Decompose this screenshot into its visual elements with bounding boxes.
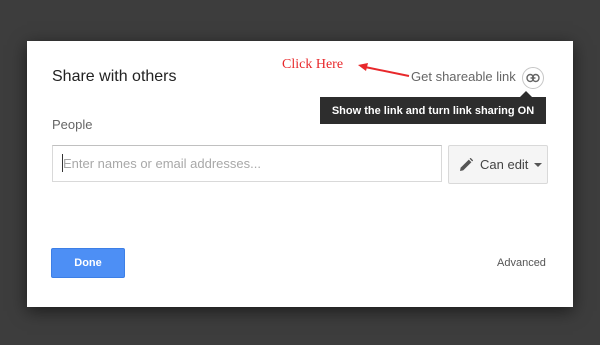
chevron-down-icon [534, 162, 543, 167]
click-here-annotation: Click Here [282, 57, 344, 72]
share-dialog: Share with others Click Here Get shareab… [27, 41, 573, 307]
permission-dropdown[interactable]: Can edit [448, 145, 548, 184]
advanced-link[interactable]: Advanced [497, 257, 546, 269]
link-icon [526, 73, 540, 83]
done-button[interactable]: Done [51, 248, 125, 278]
pencil-icon [460, 157, 473, 171]
permission-label: Can edit [480, 157, 529, 172]
text-cursor [62, 154, 63, 172]
annotation-arrow-icon [358, 63, 410, 77]
link-sharing-tooltip: Show the link and turn link sharing ON [320, 97, 546, 124]
dialog-title: Share with others [52, 68, 177, 85]
people-label: People [52, 117, 93, 132]
get-shareable-link[interactable]: Get shareable link [411, 69, 516, 84]
get-link-button[interactable] [522, 67, 544, 89]
people-input[interactable] [52, 145, 442, 182]
